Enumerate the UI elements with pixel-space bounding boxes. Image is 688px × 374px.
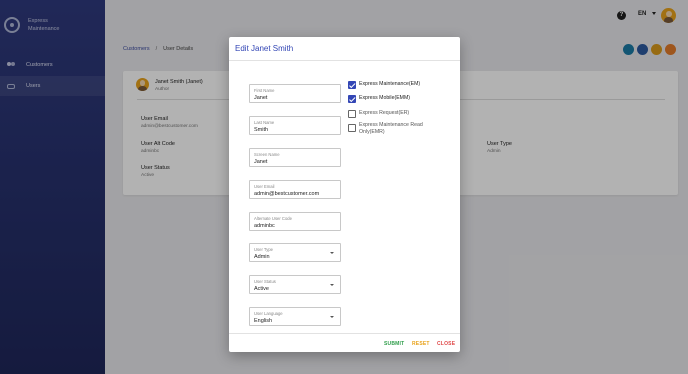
field-label: User Language: [254, 311, 283, 316]
user-status-select[interactable]: User Status Active: [249, 275, 341, 294]
submit-button[interactable]: SUBMIT: [384, 341, 404, 347]
field-value: Smith: [254, 127, 269, 133]
field-label: Last Name: [254, 120, 275, 125]
field-value: Active: [254, 286, 269, 292]
checkbox-emm[interactable]: Express Mobile(EMM): [348, 95, 448, 103]
dropdown-caret-icon: [330, 284, 334, 286]
checkbox-em[interactable]: Express Maintenance(EM): [348, 81, 448, 89]
checkbox-label: Express Request(ER): [359, 110, 410, 116]
field-value: adminbc: [254, 223, 275, 229]
dropdown-caret-icon: [330, 252, 334, 254]
first-name-field[interactable]: First Name Janet: [249, 84, 341, 103]
dialog-title: Edit Janet Smith: [235, 44, 294, 53]
field-label: User Email: [254, 184, 275, 189]
checkbox-label: Express Mobile(EMM): [359, 95, 411, 101]
field-label: User Status: [254, 279, 276, 284]
field-label: Alternate User Code: [254, 216, 292, 221]
checkbox-label: Express Maintenance Read Only(EMR): [359, 122, 423, 135]
dialog-header-divider: [229, 60, 460, 61]
user-type-select[interactable]: User Type Admin: [249, 243, 341, 262]
checkbox-unchecked-icon[interactable]: [348, 110, 356, 118]
field-value: admin@bestcustomer.com: [254, 191, 320, 197]
field-label: First Name: [254, 88, 275, 93]
close-button[interactable]: CLOSE: [437, 341, 455, 347]
edit-user-dialog: Edit Janet Smith First Name Janet Last N…: [229, 37, 460, 352]
checkbox-er[interactable]: Express Request(ER): [348, 110, 448, 118]
email-field[interactable]: User Email admin@bestcustomer.com: [249, 180, 341, 199]
last-name-field[interactable]: Last Name Smith: [249, 116, 341, 135]
checkbox-label: Express Maintenance(EM): [359, 81, 421, 87]
field-value: Admin: [254, 254, 270, 260]
checkbox-checked-icon[interactable]: [348, 95, 356, 103]
reset-button[interactable]: RESET: [412, 341, 430, 347]
field-value: Janet: [254, 159, 268, 165]
screen-name-field[interactable]: Screen Name Janet: [249, 148, 341, 167]
field-label: Screen Name: [254, 152, 280, 157]
user-language-select[interactable]: User Language English: [249, 307, 341, 326]
dialog-footer-divider: [229, 333, 460, 334]
checkbox-unchecked-icon[interactable]: [348, 124, 356, 132]
dropdown-caret-icon: [330, 316, 334, 318]
alternate-user-code-field[interactable]: Alternate User Code adminbc: [249, 212, 341, 231]
checkbox-checked-icon[interactable]: [348, 81, 356, 89]
field-label: User Type: [254, 247, 274, 252]
field-value: English: [254, 318, 273, 324]
field-value: Janet: [254, 95, 268, 101]
checkbox-emr[interactable]: Express Maintenance Read Only(EMR): [348, 122, 448, 136]
